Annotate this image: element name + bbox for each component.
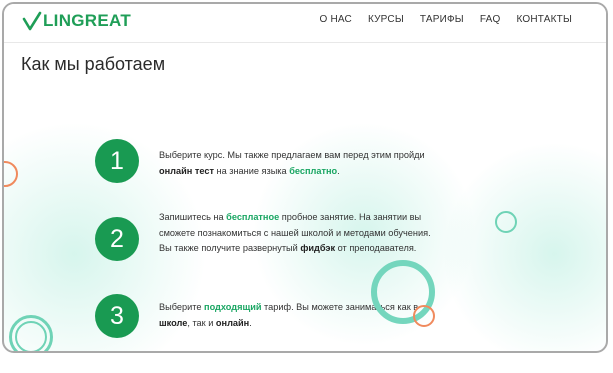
decor-ring-orange-small	[413, 305, 435, 327]
step-number-3: 3	[95, 294, 139, 338]
decor-ring-teal-corner-inner	[15, 321, 47, 351]
main-nav: О НАС КУРСЫ ТАРИФЫ FAQ КОНТАКТЫ	[320, 14, 573, 25]
nav-item-contacts[interactable]: КОНТАКТЫ	[516, 14, 572, 25]
step-1-text-a: Выберите курс. Мы также предлагаем вам п…	[159, 150, 425, 160]
step-2-bold-feedback: фидбэк	[300, 243, 336, 253]
step-number-2: 2	[95, 217, 139, 261]
step-3-bold-school: школе	[159, 317, 188, 328]
logo[interactable]: LINGREAT	[22, 10, 131, 32]
step-3-text-a: Выберите	[159, 302, 205, 312]
nav-item-courses[interactable]: КУРСЫ	[368, 14, 404, 25]
step-1-text-b: на знание языка	[213, 165, 290, 176]
step-2-text-c: от преподавателя.	[335, 243, 417, 253]
step-1-highlight-free: бесплатно	[289, 165, 338, 176]
step-1-text-c: .	[337, 165, 340, 176]
bg-glow-right	[444, 144, 606, 351]
browser-frame: LINGREAT О НАС КУРСЫ ТАРИФЫ FAQ КОНТАКТЫ…	[2, 2, 608, 353]
logo-text: LINGREAT	[43, 11, 132, 30]
step-text-1: Выберите курс. Мы также предлагаем вам п…	[159, 148, 434, 179]
step-3-bold-online: онлайн	[215, 317, 250, 328]
checkmark-logo-icon	[22, 11, 42, 31]
step-3-text-c: , так и	[187, 317, 216, 328]
nav-item-faq[interactable]: FAQ	[480, 14, 501, 25]
step-3-highlight-suitable: подходящий	[204, 302, 262, 312]
step-text-2: Запишитесь на бесплатное пробное занятие…	[159, 210, 434, 257]
site-header: LINGREAT О НАС КУРСЫ ТАРИФЫ FAQ КОНТАКТЫ	[4, 4, 606, 43]
step-2-highlight-free: бесплатное	[226, 212, 280, 222]
step-1-bold-test: онлайн тест	[159, 165, 214, 176]
step-number-1: 1	[95, 139, 139, 183]
step-2-text-a: Запишитесь на	[159, 212, 227, 222]
nav-item-about[interactable]: О НАС	[320, 14, 352, 25]
page-title: Как мы работаем	[21, 54, 166, 74]
step-3-text-d: .	[249, 317, 252, 328]
nav-item-pricing[interactable]: ТАРИФЫ	[420, 14, 464, 25]
decor-ring-teal-right	[495, 211, 517, 233]
